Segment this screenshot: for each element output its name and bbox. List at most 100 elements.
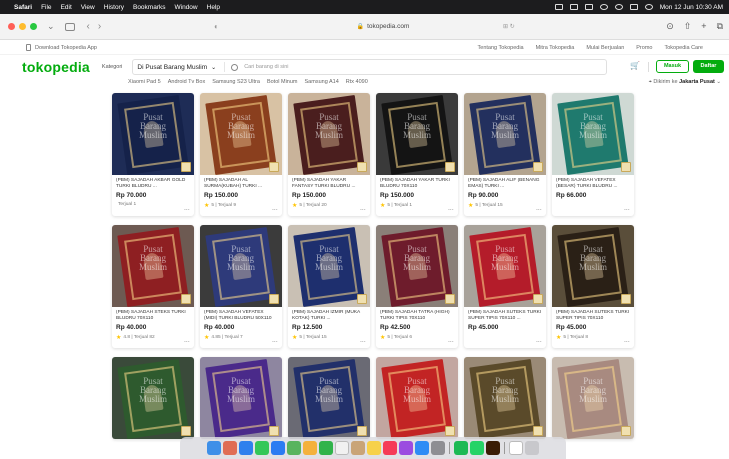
dock-maps-icon[interactable]	[287, 441, 301, 455]
menubar-app-name[interactable]: Safari	[14, 4, 32, 11]
product-card[interactable]: Pusat Barang Muslim	[464, 357, 546, 439]
product-card[interactable]: Pusat Barang Muslim (PBM) SAJADAH ALIF (BE…	[464, 93, 546, 216]
product-name[interactable]: (PBM) SAJADAH STEKS TURKI BLUDRU 70X110	[116, 310, 190, 322]
product-image[interactable]: Pusat Barang Muslim	[552, 357, 634, 439]
product-name[interactable]: (PBM) SAJADAH VEFATEX (BESAR) TURKI BLUD…	[556, 178, 630, 190]
wifi-icon[interactable]	[599, 4, 608, 10]
more-options-icon[interactable]: ...	[536, 338, 542, 344]
dock-trash-icon[interactable]	[525, 441, 539, 455]
product-image[interactable]: Pusat Barang Muslim	[288, 225, 370, 307]
more-options-icon[interactable]: ...	[184, 206, 190, 212]
dock-music-icon[interactable]	[383, 441, 397, 455]
product-card[interactable]: Pusat Barang Muslim (PBM) SAJADAH TATRA (H…	[376, 225, 458, 348]
new-tab-icon[interactable]: +	[701, 21, 706, 32]
battery-icon[interactable]	[584, 4, 593, 10]
product-card[interactable]: Pusat Barang Muslim (PBM) SAJADAH VEFATEX …	[552, 93, 634, 216]
product-name[interactable]: (PBM) SAJADAH SUTEKS TURKI SUPER TIPIS 7…	[468, 310, 542, 322]
search-scope-dropdown[interactable]: Di Pusat Barang Muslim ⌄	[137, 62, 226, 72]
dock-spotify-icon[interactable]	[454, 441, 468, 455]
more-options-icon[interactable]: ...	[536, 206, 542, 212]
product-card[interactable]: Pusat Barang Muslim (PBM) SAJADAH AL SURMA…	[200, 93, 282, 216]
product-name[interactable]: (PBM) SAJADAH SUTEKS TURKI SUPER TIPIS 7…	[556, 310, 630, 322]
dock-finder-icon[interactable]	[207, 441, 221, 455]
back-arrow-icon[interactable]: ‹	[87, 21, 90, 32]
dock-settings-icon[interactable]	[431, 441, 445, 455]
suggestion-item[interactable]: Android Tv Box	[168, 79, 206, 85]
dock-contacts-icon[interactable]	[351, 441, 365, 455]
menubar-item-help[interactable]: Help	[207, 4, 220, 11]
dock-launchpad-icon[interactable]	[223, 441, 237, 455]
tokopedia-logo[interactable]: tokopedia	[22, 59, 90, 75]
siri-icon[interactable]	[644, 4, 653, 10]
zoom-window-button[interactable]	[30, 23, 37, 30]
more-options-icon[interactable]: ...	[360, 338, 366, 344]
product-image[interactable]: Pusat Barang Muslim	[200, 93, 282, 175]
login-button[interactable]: Masuk	[656, 60, 689, 73]
product-image[interactable]: Pusat Barang Muslim	[552, 225, 634, 307]
dock-facetime-icon[interactable]	[319, 441, 333, 455]
product-image[interactable]: Pusat Barang Muslim	[552, 93, 634, 175]
privacy-shield-icon[interactable]: ◐	[214, 22, 219, 31]
dock-appstore-icon[interactable]	[415, 441, 429, 455]
product-name[interactable]: (PBM) SAJADAH YAKAR FANTASY TURKI BLUDRU…	[292, 178, 366, 190]
product-card[interactable]: Pusat Barang Muslim	[288, 357, 370, 439]
product-image[interactable]: Pusat Barang Muslim	[200, 225, 282, 307]
product-image[interactable]: Pusat Barang Muslim	[464, 93, 546, 175]
search-spotlight-icon[interactable]	[614, 4, 623, 10]
suggestion-item[interactable]: Xiaomi Pad 5	[128, 79, 161, 85]
forward-arrow-icon[interactable]: ›	[98, 21, 101, 32]
product-name[interactable]: (PBM) SAJADAH VEFATEX (MIDI) TURKI BLUDR…	[204, 310, 278, 322]
product-image[interactable]: Pusat Barang Muslim	[464, 225, 546, 307]
product-name[interactable]: (PBM) SAJADAH YAKAR TURKI BLUDRU 70X110	[380, 178, 454, 190]
downloads-icon[interactable]: ⊙	[666, 21, 674, 32]
kategori-menu[interactable]: Kategori	[102, 64, 123, 70]
product-image[interactable]: Pusat Barang Muslim	[200, 357, 282, 439]
tab-overview-chevron-icon[interactable]: ⌄	[47, 21, 55, 32]
menubar-item-bookmarks[interactable]: Bookmarks	[133, 4, 166, 11]
address-bar[interactable]: 🔒 tokopedia.com	[248, 19, 518, 34]
suggestion-item[interactable]: Samsung S23 Ultra	[212, 79, 260, 85]
product-card[interactable]: Pusat Barang Muslim	[112, 357, 194, 439]
product-name[interactable]: (PBM) SAJADAH AKBAR GOLD TURKI BLUDRU ..…	[116, 178, 190, 190]
menubar-clock[interactable]: Mon 12 Jun 10:30 AM	[660, 4, 723, 11]
close-window-button[interactable]	[8, 23, 15, 30]
more-options-icon[interactable]: ...	[360, 206, 366, 212]
product-card[interactable]: Pusat Barang Muslim	[552, 357, 634, 439]
dock-mail-icon[interactable]	[271, 441, 285, 455]
shipping-location[interactable]: ⌖ Dikirim ke Jakarta Pusat ⌄	[649, 79, 721, 86]
product-image[interactable]: Pusat Barang Muslim	[464, 357, 546, 439]
more-options-icon[interactable]: ...	[448, 338, 454, 344]
product-name[interactable]: (PBM) SAJADAH ALIF (BENANG EMAS) TURKI .…	[468, 178, 542, 190]
dock-safari-icon[interactable]	[239, 441, 253, 455]
menubar-item-view[interactable]: View	[81, 4, 95, 11]
search-input[interactable]: Cari barang di sini	[244, 64, 288, 70]
register-button[interactable]: Daftar	[693, 60, 724, 73]
product-image[interactable]: Pusat Barang Muslim	[288, 357, 370, 439]
dock-notes-icon[interactable]	[367, 441, 381, 455]
product-image[interactable]: Pusat Barang Muslim	[288, 93, 370, 175]
status-icon-2[interactable]	[569, 4, 578, 10]
product-image[interactable]: Pusat Barang Muslim	[376, 357, 458, 439]
tabs-overview-icon[interactable]: ⧉	[717, 21, 723, 32]
link-tentang[interactable]: Tentang Tokopedia	[478, 45, 524, 51]
dock-photos-icon[interactable]	[303, 441, 317, 455]
link-mulai-berjualan[interactable]: Mulai Berjualan	[586, 45, 624, 51]
more-options-icon[interactable]: ...	[272, 338, 278, 344]
more-options-icon[interactable]: ...	[624, 338, 630, 344]
product-card[interactable]: Pusat Barang Muslim (PBM) SAJADAH YAKAR TU…	[376, 93, 458, 216]
menubar-item-window[interactable]: Window	[175, 4, 198, 11]
translate-reload-icon[interactable]: ⊞ ↻	[503, 23, 515, 30]
suggestion-item[interactable]: Samsung A14	[305, 79, 339, 85]
link-care[interactable]: Tokopedia Care	[664, 45, 703, 51]
dock-document-icon[interactable]	[509, 441, 523, 455]
link-mitra[interactable]: Mitra Tokopedia	[536, 45, 575, 51]
product-name[interactable]: (PBM) SAJADAH TATRA (HIGH) TURKI TIPIS 7…	[380, 310, 454, 322]
product-card[interactable]: Pusat Barang Muslim (PBM) SAJADAH SUTEKS T…	[552, 225, 634, 348]
dock-messages-icon[interactable]	[255, 441, 269, 455]
dock-calendar-icon[interactable]	[335, 441, 349, 455]
more-options-icon[interactable]: ...	[184, 338, 190, 344]
more-options-icon[interactable]: ...	[448, 206, 454, 212]
product-card[interactable]: Pusat Barang Muslim (PBM) SAJADAH VEFATEX …	[200, 225, 282, 348]
dock-illustrator-icon[interactable]	[486, 441, 500, 455]
product-name[interactable]: (PBM) SAJADAH AL SURMA(KUBAH) TURKI ...	[204, 178, 278, 190]
